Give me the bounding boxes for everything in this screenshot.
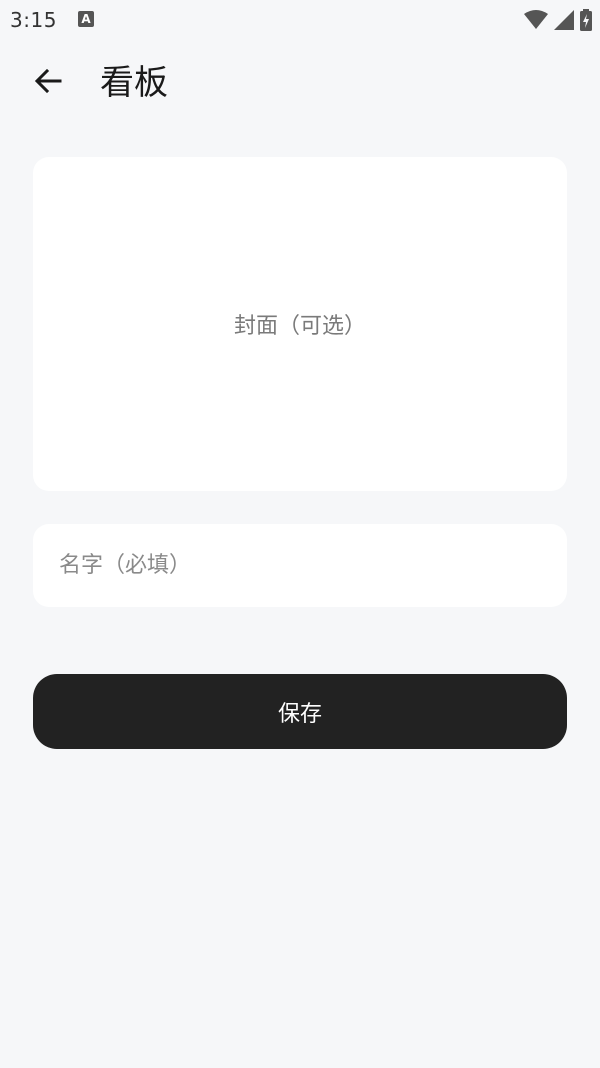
signal-icon: [554, 10, 574, 30]
top-app-bar: 看板: [0, 52, 600, 114]
back-button[interactable]: [24, 59, 72, 107]
status-bar: 3:15 A: [0, 0, 600, 40]
app-notification-icon: A: [78, 11, 94, 27]
name-input[interactable]: [33, 524, 567, 607]
page-title: 看板: [100, 63, 168, 103]
cover-label: 封面（可选）: [233, 314, 366, 339]
status-icons: [524, 8, 592, 32]
battery-charging-icon: [580, 9, 592, 31]
save-button[interactable]: 保存: [33, 674, 567, 749]
arrow-left-icon: [34, 68, 62, 97]
status-time: 3:15: [10, 8, 57, 32]
wifi-icon: [524, 10, 548, 30]
cover-picker[interactable]: 封面（可选）: [33, 157, 567, 491]
